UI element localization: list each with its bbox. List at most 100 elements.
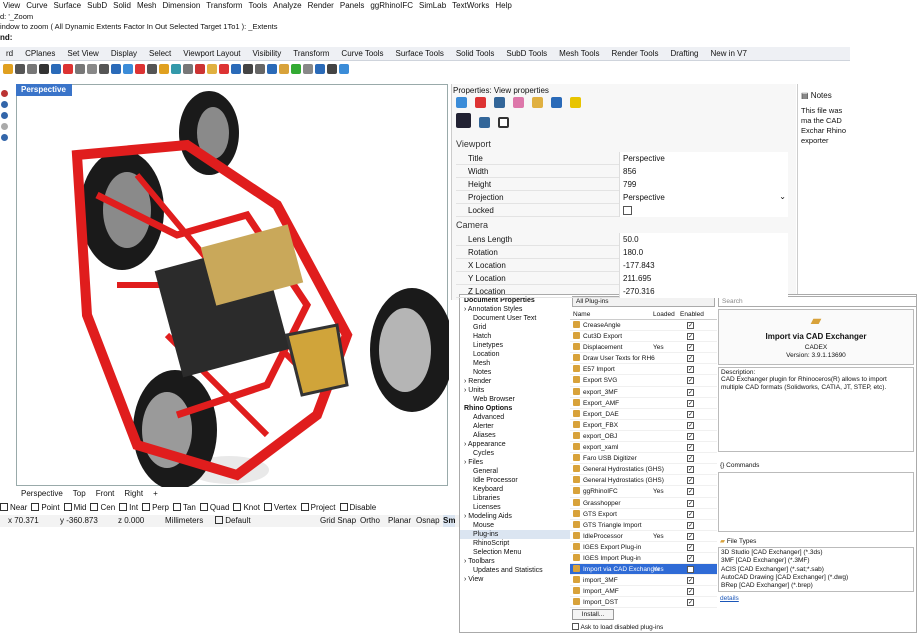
osnap-checkbox[interactable]: Int: [119, 503, 138, 512]
toolbar-icon[interactable]: [39, 64, 49, 74]
tree-item[interactable]: RhinoScript: [460, 539, 570, 548]
viewport-tab[interactable]: Perspective: [16, 487, 68, 500]
enabled-checkbox[interactable]: ✓: [687, 421, 694, 429]
toolbar-icon[interactable]: [147, 64, 157, 74]
tree-item[interactable]: Keyboard: [460, 485, 570, 494]
osnap-checkbox[interactable]: Quad: [199, 503, 229, 512]
toolbar-icon[interactable]: [111, 64, 121, 74]
tree-item[interactable]: Licenses: [460, 503, 570, 512]
menu-item[interactable]: Dimension: [160, 0, 204, 12]
menu-item[interactable]: Solid: [110, 0, 134, 12]
viewport-tab[interactable]: Right: [119, 487, 148, 500]
tree-item[interactable]: Idle Processor: [460, 476, 570, 485]
tree-item[interactable]: Cycles: [460, 449, 570, 458]
folder-icon[interactable]: [532, 97, 543, 108]
property-value[interactable]: 50.0: [623, 235, 639, 244]
enabled-checkbox[interactable]: ✓: [687, 377, 694, 385]
tool-icon[interactable]: [1, 90, 8, 97]
plugin-row[interactable]: Faro USB Digitizer ✓: [570, 453, 717, 465]
toolbar-tab[interactable]: CPlanes: [19, 47, 61, 61]
enabled-checkbox[interactable]: ✓: [687, 355, 694, 363]
toolbar-icon[interactable]: [243, 64, 253, 74]
menu-item[interactable]: Transform: [203, 0, 245, 12]
plugin-row[interactable]: Export SVG ✓: [570, 375, 717, 387]
tree-item[interactable]: Mesh: [460, 359, 570, 368]
plugin-row[interactable]: export_xaml ✓: [570, 442, 717, 454]
plugin-row[interactable]: Displacement Yes ✓: [570, 342, 717, 354]
toolbar-tab[interactable]: Render Tools: [605, 47, 664, 61]
toolbar-tab[interactable]: Display: [105, 47, 143, 61]
plugin-row[interactable]: Import_AMF ✓: [570, 586, 717, 598]
tool-icon[interactable]: [1, 112, 8, 119]
plugin-row[interactable]: Export_AMF ✓: [570, 398, 717, 409]
viewport-tab[interactable]: +: [148, 487, 163, 500]
details-link[interactable]: details: [720, 595, 739, 602]
toolbar-icon[interactable]: [183, 64, 193, 74]
enabled-checkbox[interactable]: ✓: [687, 532, 694, 540]
enabled-checkbox[interactable]: ✓: [687, 521, 694, 529]
toolbar-icon[interactable]: [135, 64, 145, 74]
pen-icon[interactable]: [513, 97, 524, 108]
toolbar-tab[interactable]: Mesh Tools: [553, 47, 605, 61]
enabled-checkbox[interactable]: ✓: [687, 577, 694, 585]
toolbar-tab[interactable]: rd: [0, 47, 19, 61]
property-value[interactable]: Perspective: [623, 193, 665, 202]
toolbar-icon[interactable]: [51, 64, 61, 74]
enabled-checkbox[interactable]: ✓: [687, 466, 694, 474]
viewport-perspective[interactable]: [16, 84, 454, 490]
tree-item[interactable]: Advanced: [460, 413, 570, 422]
tree-item[interactable]: Alerter: [460, 422, 570, 431]
toolbar-icon[interactable]: [195, 64, 205, 74]
plugin-row[interactable]: export_OBJ ✓: [570, 431, 717, 443]
enabled-checkbox[interactable]: ✓: [687, 455, 694, 463]
enabled-checkbox[interactable]: ✓: [687, 333, 694, 341]
property-value[interactable]: -177.843: [623, 261, 655, 270]
plugin-row[interactable]: GTS Export ✓: [570, 509, 717, 520]
toolbar-tab[interactable]: Transform: [287, 47, 335, 61]
bell-icon[interactable]: [570, 97, 581, 108]
command-line[interactable]: nd:: [0, 32, 850, 44]
plugin-row[interactable]: import_3MF ✓: [570, 575, 717, 587]
toolbar-icon[interactable]: [171, 64, 181, 74]
tree-item[interactable]: › Files: [460, 458, 570, 467]
plugin-row[interactable]: Import via CAD Exchanger Yes ✓: [570, 564, 717, 576]
toolbar-icon[interactable]: [303, 64, 313, 74]
tree-item[interactable]: › Units: [460, 386, 570, 395]
toolbar-icon[interactable]: [63, 64, 73, 74]
tree-item[interactable]: › Appearance: [460, 440, 570, 449]
frame-icon[interactable]: [498, 117, 509, 128]
menu-item[interactable]: Tools: [245, 0, 270, 12]
osnap-checkbox[interactable]: Disable: [339, 503, 376, 512]
menu-item[interactable]: Render: [305, 0, 337, 12]
enabled-checkbox[interactable]: ✓: [687, 499, 694, 507]
toolbar-icon[interactable]: [327, 64, 337, 74]
menu-item[interactable]: Analyze: [270, 0, 304, 12]
planar-toggle[interactable]: Planar: [388, 515, 411, 527]
tree-item[interactable]: › Toolbars: [460, 557, 570, 566]
osnap-toggle[interactable]: Osnap: [416, 515, 440, 527]
enabled-checkbox[interactable]: ✓: [687, 510, 694, 518]
tree-item[interactable]: Mouse: [460, 521, 570, 530]
toolbar-icon[interactable]: [87, 64, 97, 74]
enabled-checkbox[interactable]: ✓: [687, 566, 694, 574]
material-icon[interactable]: [456, 97, 467, 108]
menu-item[interactable]: Curve: [23, 0, 50, 12]
plugin-row[interactable]: CreaseAngle ✓: [570, 320, 717, 332]
tree-item[interactable]: › Render: [460, 377, 570, 386]
tree-item[interactable]: Document User Text: [460, 314, 570, 323]
toolbar-icon[interactable]: [339, 64, 349, 74]
viewport-tab[interactable]: Front: [91, 487, 120, 500]
tree-item[interactable]: › View: [460, 575, 570, 584]
tree-item[interactable]: › Modeling Aids: [460, 512, 570, 521]
toolbar-icon[interactable]: [279, 64, 289, 74]
plugin-row[interactable]: Draw User Texts for RH6 ✓: [570, 353, 717, 365]
toolbar-icon[interactable]: [159, 64, 169, 74]
toolbar-tab[interactable]: SubD Tools: [500, 47, 553, 61]
image-icon[interactable]: [551, 97, 562, 108]
tool-icon[interactable]: [1, 123, 8, 130]
osnap-checkbox[interactable]: Mid: [63, 503, 86, 512]
plugin-row[interactable]: IGES Import Plug-in ✓: [570, 553, 717, 565]
menu-item[interactable]: SimLab: [416, 0, 449, 12]
property-value[interactable]: 211.695: [623, 274, 651, 283]
osnap-checkbox[interactable]: Point: [31, 503, 60, 512]
